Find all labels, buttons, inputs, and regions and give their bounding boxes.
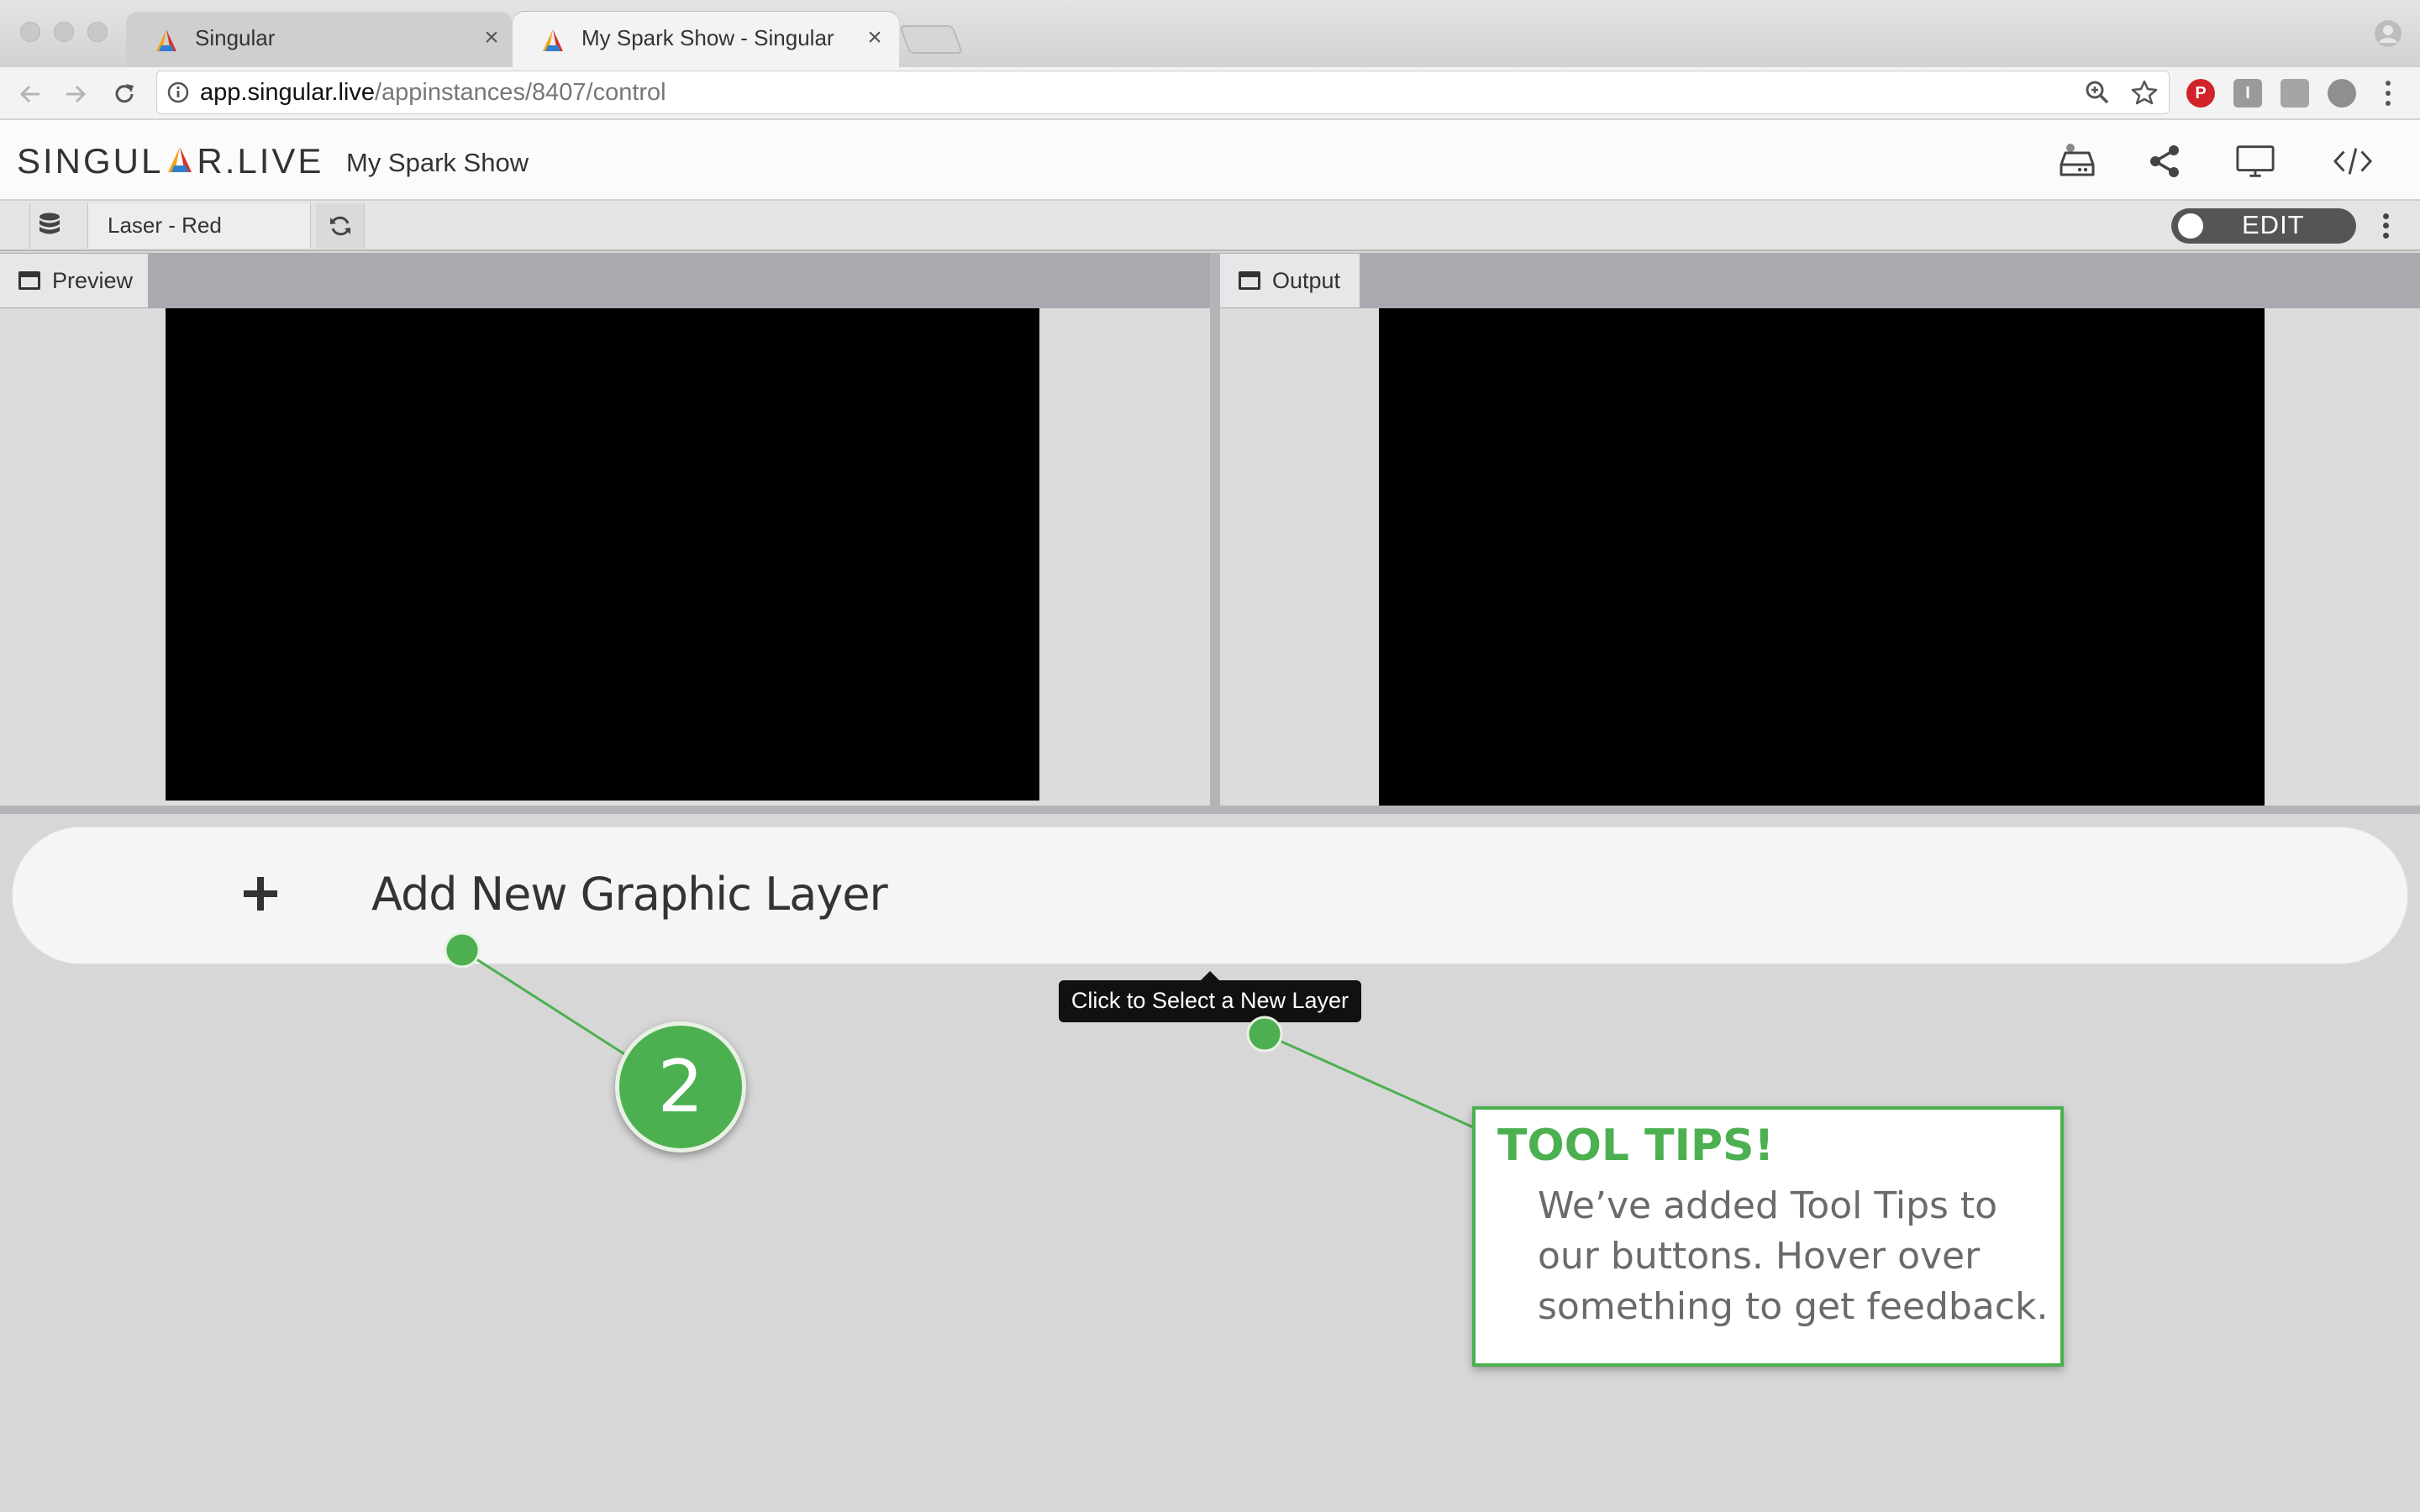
profile-icon[interactable] xyxy=(2373,18,2403,49)
tab-my-spark-show[interactable]: My Spark Show - Singular × xyxy=(513,12,899,67)
zoom-icon[interactable] xyxy=(2084,79,2111,106)
output-screen[interactable] xyxy=(1379,308,2265,806)
logo-text-right: R.LIVE xyxy=(197,141,324,181)
browser-menu-button[interactable] xyxy=(2380,81,2396,106)
window-minimize-button[interactable] xyxy=(54,22,74,42)
pinterest-icon[interactable]: P xyxy=(2186,79,2215,108)
step-number-badge: 2 xyxy=(615,1021,746,1152)
new-tab-button[interactable] xyxy=(898,25,964,54)
preview-tab-strip xyxy=(0,253,1210,308)
callout-title: TOOL TIPS! xyxy=(1497,1121,1775,1171)
edit-label: EDIT xyxy=(2242,210,2305,239)
toggle-knob[interactable] xyxy=(2178,213,2203,239)
monitor-button[interactable] xyxy=(2235,141,2275,181)
reload-icon xyxy=(115,84,134,103)
monitor-icon xyxy=(2236,145,2275,177)
logo-a-icon xyxy=(165,143,195,173)
logo-text-left: SINGUL xyxy=(17,141,164,181)
extension-icon[interactable] xyxy=(2281,79,2309,108)
url-host: app.singular.live xyxy=(200,79,375,106)
preview-label: Preview xyxy=(52,267,134,293)
control-bar-handle xyxy=(0,203,30,249)
arrow-left-icon xyxy=(19,85,39,103)
window-zoom-button[interactable] xyxy=(87,22,108,42)
forward-button[interactable] xyxy=(57,76,94,113)
refresh-button[interactable] xyxy=(316,203,365,249)
output-drive-button[interactable] xyxy=(2057,141,2097,181)
reload-button[interactable] xyxy=(106,76,143,113)
instapaper-icon[interactable]: I xyxy=(2233,79,2262,108)
url-text[interactable]: app.singular.live/appinstances/8407/cont… xyxy=(200,79,666,107)
window-icon xyxy=(18,271,40,290)
add-graphic-layer-label[interactable]: Add New Graphic Layer xyxy=(371,868,888,921)
composition-name: Laser - Red xyxy=(108,213,222,238)
preview-screen[interactable] xyxy=(166,308,1039,801)
tab-close-icon[interactable]: × xyxy=(860,24,889,52)
window-close-button[interactable] xyxy=(20,22,40,42)
tab-output[interactable]: Output xyxy=(1220,254,1360,307)
profile-extension-icon[interactable] xyxy=(2328,79,2356,108)
arrow-right-icon xyxy=(66,85,87,103)
callout-anchor-dot xyxy=(1246,1016,1283,1053)
show-title: My Spark Show xyxy=(346,148,529,177)
callout-body: We’ve added Tool Tips to our buttons. Ho… xyxy=(1538,1184,2049,1328)
output-label: Output xyxy=(1272,267,1341,293)
share-icon xyxy=(2150,145,2179,177)
drive-icon xyxy=(2060,144,2095,176)
more-options-icon[interactable] xyxy=(2375,212,2396,240)
tab-preview[interactable]: Preview xyxy=(0,254,148,307)
tab-singular[interactable]: Singular × xyxy=(126,12,513,67)
tab-title: My Spark Show - Singular xyxy=(581,25,834,50)
bookmark-star-icon[interactable] xyxy=(2131,79,2158,106)
plus-icon[interactable] xyxy=(240,874,281,914)
share-button[interactable] xyxy=(2144,141,2185,181)
url-path: /appinstances/8407/control xyxy=(374,79,666,106)
panel-divider[interactable] xyxy=(1210,253,1220,807)
tab-close-icon[interactable]: × xyxy=(477,24,506,52)
database-icon[interactable] xyxy=(37,212,62,239)
horizontal-divider[interactable] xyxy=(0,806,2420,814)
singular-logo-icon xyxy=(543,29,563,51)
step-number: 2 xyxy=(657,1045,704,1129)
tooltip-text: Click to Select a New Layer xyxy=(1071,988,1349,1013)
info-icon[interactable] xyxy=(166,81,190,104)
singular-logo-icon xyxy=(156,29,176,51)
output-tab-strip xyxy=(1220,253,2420,308)
back-button[interactable] xyxy=(12,76,49,113)
refresh-icon xyxy=(329,216,350,236)
code-button[interactable] xyxy=(2333,141,2373,181)
tab-title: Singular xyxy=(195,25,276,50)
singular-live-logo[interactable]: SINGUL R.LIVE xyxy=(17,141,324,181)
window-icon xyxy=(1239,271,1260,290)
code-icon xyxy=(2333,148,2373,175)
